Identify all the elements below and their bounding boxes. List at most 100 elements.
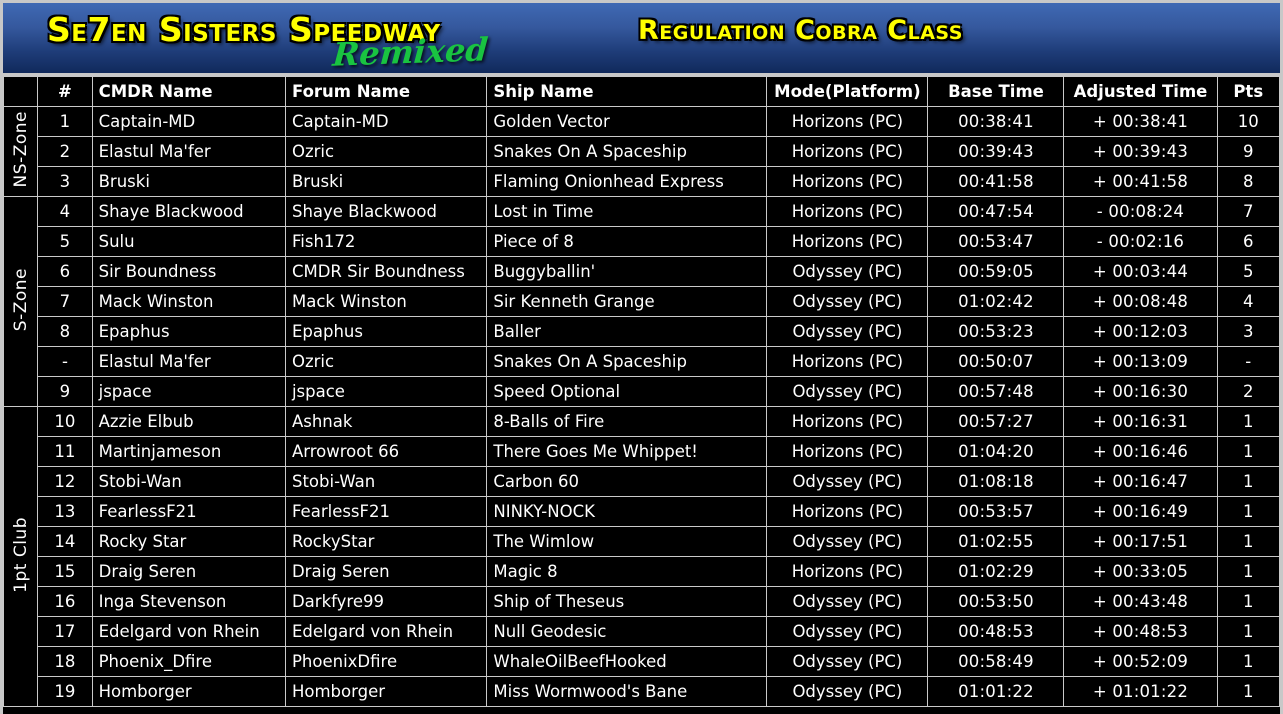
- cell-mode-platform: Odyssey (PC): [766, 586, 929, 617]
- table-row[interactable]: 16 Inga Stevenson Darkfyre99 Ship of Theseu…: [4, 586, 1280, 617]
- cell-forum-name: Ozric: [284, 136, 488, 167]
- cell-cmdr-name: Martinjameson: [91, 436, 286, 467]
- cell-ship-name: Miss Wormwood's Bane: [486, 676, 768, 707]
- cell-mode-platform: Odyssey (PC): [766, 676, 929, 707]
- table-row[interactable]: 6 Sir Boundness CMDR Sir Boundness Buggybal…: [4, 256, 1280, 287]
- cell-rank: 2: [37, 136, 93, 167]
- cell-mode-platform: Odyssey (PC): [766, 466, 929, 497]
- cell-adjusted-time: + 00:39:43: [1063, 136, 1218, 167]
- column-header-base[interactable]: Base Time: [927, 76, 1065, 107]
- table-row[interactable]: 7 Mack Winston Mack Winston Sir Kenneth Gra…: [4, 286, 1280, 317]
- table-row[interactable]: 8 Epaphus Epaphus Baller Odyssey (PC) 00:53:2…: [4, 316, 1280, 347]
- table-row[interactable]: 12 Stobi-Wan Stobi-Wan Carbon 60 Odyssey (PC…: [4, 466, 1280, 497]
- column-header-mode[interactable]: Mode(Platform): [766, 76, 929, 107]
- cell-ship-name: 8-Balls of Fire: [486, 406, 768, 437]
- leaderboard-table: # CMDR Name Forum Name Ship Name Mode(Pl…: [3, 76, 1280, 707]
- table-row[interactable]: - Elastul Ma'fer Ozric Snakes On A Spaceshi…: [4, 346, 1280, 377]
- cell-points: 1: [1216, 496, 1280, 527]
- cell-base-time: 00:59:05: [927, 256, 1065, 287]
- cell-cmdr-name: Draig Seren: [91, 556, 286, 587]
- cell-points: 8: [1216, 166, 1280, 197]
- cell-ship-name: Baller: [486, 316, 768, 347]
- cell-base-time: 00:48:53: [927, 616, 1065, 647]
- cell-base-time: 00:57:48: [927, 376, 1065, 407]
- zone-label-text: 1pt Club: [10, 516, 31, 593]
- cell-forum-name: Mack Winston: [284, 286, 488, 317]
- column-header-forum[interactable]: Forum Name: [284, 76, 488, 107]
- cell-points: 1: [1216, 646, 1280, 677]
- cell-forum-name: Ozric: [284, 346, 488, 377]
- cell-rank: 6: [37, 256, 93, 287]
- cell-forum-name: Ashnak: [284, 406, 488, 437]
- cell-adjusted-time: + 00:16:49: [1063, 496, 1218, 527]
- table-row[interactable]: 11 Martinjameson Arrowroot 66 There Goes Me…: [4, 436, 1280, 467]
- table-row[interactable]: 2 Elastul Ma'fer Ozric Snakes On A Spaceshi…: [4, 136, 1280, 167]
- cell-adjusted-time: + 00:33:05: [1063, 556, 1218, 587]
- table-row[interactable]: NS-Zone 1 Captain-MD Captain-MD Golden Vecto…: [3, 106, 1280, 197]
- cell-base-time: 00:38:41: [927, 106, 1065, 137]
- table-row[interactable]: 9 jspace jspace Speed Optional Odyssey (PC) 0…: [4, 376, 1280, 407]
- table-row[interactable]: 13 FearlessF21 FearlessF21 NINKY-NOCK Horizo…: [4, 496, 1280, 527]
- cell-rank: 17: [37, 616, 93, 647]
- page-title-class: Regulation Cobra Class: [638, 15, 963, 47]
- cell-base-time: 01:04:20: [927, 436, 1065, 467]
- cell-mode-platform: Odyssey (PC): [766, 376, 929, 407]
- cell-cmdr-name: Rocky Star: [91, 526, 286, 557]
- cell-forum-name: Shaye Blackwood: [284, 196, 488, 227]
- cell-base-time: 00:53:23: [927, 316, 1065, 347]
- cell-forum-name: Fish172: [284, 226, 488, 257]
- cell-cmdr-name: FearlessF21: [91, 496, 286, 527]
- cell-cmdr-name: Homborger: [91, 676, 286, 707]
- cell-base-time: 00:39:43: [927, 136, 1065, 167]
- cell-forum-name: Homborger: [284, 676, 488, 707]
- cell-adjusted-time: + 00:16:31: [1063, 406, 1218, 437]
- cell-adjusted-time: + 00:08:48: [1063, 286, 1218, 317]
- cell-base-time: 00:53:57: [927, 496, 1065, 527]
- table-row[interactable]: 1pt Club 10 Azzie Elbub Ashnak 8-Balls of Fi…: [3, 406, 1280, 707]
- cell-rank: 8: [37, 316, 93, 347]
- cell-adjusted-time: + 00:48:53: [1063, 616, 1218, 647]
- table-row[interactable]: 17 Edelgard von Rhein Edelgard von Rhein Nu…: [4, 616, 1280, 647]
- cell-ship-name: Null Geodesic: [486, 616, 768, 647]
- cell-points: 1: [1216, 676, 1280, 707]
- column-header-adjusted[interactable]: Adjusted Time: [1063, 76, 1218, 107]
- cell-points: 10: [1216, 106, 1280, 137]
- cell-ship-name: NINKY-NOCK: [486, 496, 768, 527]
- table-row[interactable]: 19 Homborger Homborger Miss Wormwood's Bane…: [4, 676, 1280, 707]
- header-row: # CMDR Name Forum Name Ship Name Mode(Pl…: [3, 76, 1280, 107]
- table-body: NS-Zone 1 Captain-MD Captain-MD Golden Vecto…: [3, 106, 1280, 707]
- zone-label-text: NS-Zone: [10, 111, 31, 188]
- table-row[interactable]: 3 Bruski Bruski Flaming Onionhead Express Ho…: [4, 166, 1280, 197]
- cell-ship-name: Snakes On A Spaceship: [486, 346, 768, 377]
- table-row[interactable]: 15 Draig Seren Draig Seren Magic 8 Horizons …: [4, 556, 1280, 587]
- table-row[interactable]: 14 Rocky Star RockyStar The Wimlow Odyssey (…: [4, 526, 1280, 557]
- cell-rank: 13: [37, 496, 93, 527]
- cell-points: 1: [1216, 406, 1280, 437]
- cell-mode-platform: Horizons (PC): [766, 496, 929, 527]
- cell-ship-name: Snakes On A Spaceship: [486, 136, 768, 167]
- cell-forum-name: Darkfyre99: [284, 586, 488, 617]
- cell-adjusted-time: + 00:52:09: [1063, 646, 1218, 677]
- cell-ship-name: Sir Kenneth Grange: [486, 286, 768, 317]
- cell-adjusted-time: + 00:16:46: [1063, 436, 1218, 467]
- column-header-cmdr[interactable]: CMDR Name: [91, 76, 286, 107]
- cell-ship-name: Speed Optional: [486, 376, 768, 407]
- cell-rank: 5: [37, 226, 93, 257]
- cell-base-time: 00:53:47: [927, 226, 1065, 257]
- cell-mode-platform: Odyssey (PC): [766, 646, 929, 677]
- cell-adjusted-time: - 00:08:24: [1063, 196, 1218, 227]
- cell-mode-platform: Horizons (PC): [766, 556, 929, 587]
- table-row[interactable]: 5 Sulu Fish172 Piece of 8 Horizons (PC) 00:53…: [4, 226, 1280, 257]
- cell-ship-name: Flaming Onionhead Express: [486, 166, 768, 197]
- cell-cmdr-name: Shaye Blackwood: [91, 196, 286, 227]
- cell-points: -: [1216, 346, 1280, 377]
- table-row[interactable]: 18 Phoenix_Dfire PhoenixDfire WhaleOilBeefH…: [4, 646, 1280, 677]
- column-header-pts[interactable]: Pts: [1216, 76, 1280, 107]
- cell-ship-name: There Goes Me Whippet!: [486, 436, 768, 467]
- cell-mode-platform: Horizons (PC): [766, 196, 929, 227]
- column-header-ship[interactable]: Ship Name: [486, 76, 768, 107]
- cell-points: 3: [1216, 316, 1280, 347]
- column-header-rank[interactable]: #: [37, 76, 93, 107]
- cell-base-time: 01:08:18: [927, 466, 1065, 497]
- table-row[interactable]: S-Zone 4 Shaye Blackwood Shaye Blackwood Los…: [3, 196, 1280, 407]
